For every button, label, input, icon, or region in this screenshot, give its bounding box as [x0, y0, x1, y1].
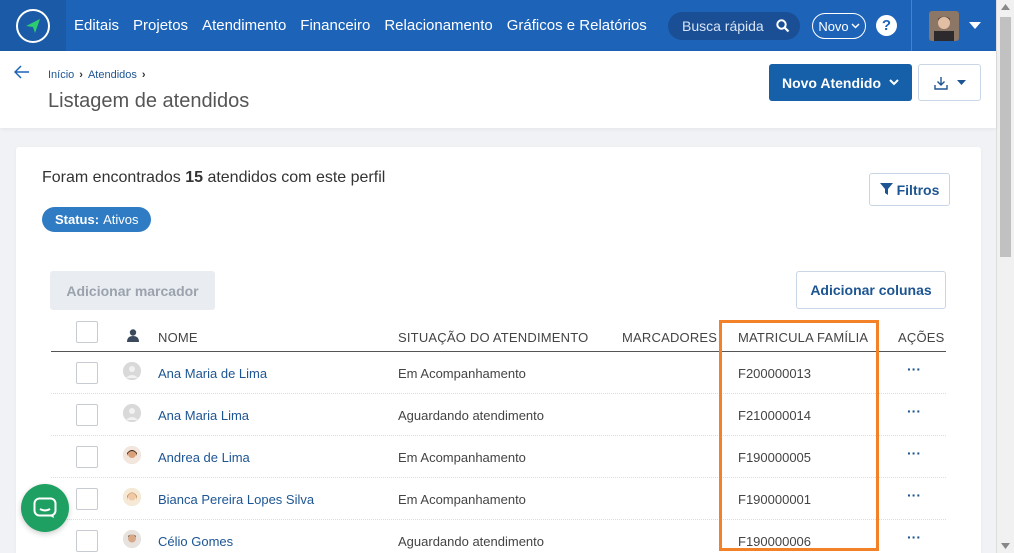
breadcrumb: Início › Atendidos ›	[48, 69, 151, 81]
table-header: NOME SITUAÇÃO DO ATENDIMENTO MARCADORES …	[51, 319, 946, 352]
table-row: Ana Maria Lima Aguardando atendimento F2…	[51, 394, 946, 436]
quick-search	[668, 12, 800, 40]
page-scrollbar[interactable]	[996, 0, 1014, 553]
table-row: Ana Maria de Lima Em Acompanhamento F200…	[51, 352, 946, 394]
top-nav-bar: Editais Projetos Atendimento Financeiro …	[0, 0, 996, 51]
photo-avatar	[123, 446, 141, 464]
family-registration: F190000001	[738, 492, 812, 507]
results-summary: Foram encontrados 15 atendidos com este …	[42, 169, 386, 186]
scroll-down-arrow-icon[interactable]	[1001, 543, 1010, 549]
user-icon	[127, 329, 139, 342]
status-filter-chip[interactable]: Status: Ativos	[42, 207, 152, 232]
column-header-marcadores[interactable]: MARCADORES	[622, 330, 717, 345]
user-avatar[interactable]	[929, 11, 959, 41]
attendance-status: Aguardando atendimento	[398, 534, 545, 549]
status-chip-key: Status:	[55, 212, 100, 227]
filters-button[interactable]: Filtros	[869, 173, 950, 206]
family-registration: F190000005	[738, 450, 812, 465]
breadcrumb-inicio[interactable]: Início	[48, 69, 74, 81]
default-avatar-icon	[123, 362, 141, 380]
attendance-status: Aguardando atendimento	[398, 408, 545, 423]
user-menu-caret-icon[interactable]	[969, 22, 981, 29]
chevron-down-icon	[889, 79, 899, 86]
row-checkbox[interactable]	[76, 488, 98, 510]
select-all-checkbox[interactable]	[76, 321, 98, 343]
photo-avatar	[123, 488, 141, 506]
nav-item-relacionamento[interactable]: Relacionamento	[384, 17, 492, 34]
logo-icon	[16, 8, 50, 43]
column-header-matricula-familia[interactable]: MATRICULA FAMÍLIA	[738, 330, 868, 345]
chat-widget-button[interactable]	[21, 484, 69, 532]
attendee-name-link[interactable]: Bianca Pereira Lopes Silva	[158, 492, 314, 507]
row-checkbox[interactable]	[76, 362, 98, 384]
attendance-status: Em Acompanhamento	[398, 366, 526, 381]
novo-atendido-label: Novo Atendido	[781, 74, 882, 91]
default-avatar-icon	[123, 404, 141, 422]
nav-item-projetos[interactable]: Projetos	[133, 17, 188, 34]
novo-atendido-button[interactable]: Novo Atendido	[769, 64, 912, 101]
quick-search-input[interactable]	[682, 18, 772, 34]
filters-label: Filtros	[896, 181, 940, 198]
row-actions-menu-icon[interactable]: ···	[907, 361, 921, 377]
table-row: Célio Gomes Aguardando atendimento F1900…	[51, 520, 946, 553]
attendee-name-link[interactable]: Ana Maria Lima	[158, 408, 249, 423]
row-checkbox[interactable]	[76, 530, 98, 552]
chevron-down-icon	[851, 23, 860, 29]
search-icon[interactable]	[776, 19, 790, 33]
page-header: Início › Atendidos › Listagem de atendid…	[0, 51, 996, 128]
attendee-name-link[interactable]: Andrea de Lima	[158, 450, 250, 465]
breadcrumb-atendidos[interactable]: Atendidos	[88, 69, 137, 81]
nav-item-atendimento[interactable]: Atendimento	[202, 17, 286, 34]
row-actions-menu-icon[interactable]: ···	[907, 445, 921, 461]
nav-item-editais[interactable]: Editais	[74, 17, 119, 34]
breadcrumb-separator-icon: ›	[79, 69, 83, 81]
scroll-thumb[interactable]	[1000, 17, 1011, 257]
attendance-status: Em Acompanhamento	[398, 492, 526, 507]
row-actions-menu-icon[interactable]: ···	[907, 487, 921, 503]
attendance-status: Em Acompanhamento	[398, 450, 526, 465]
attendee-name-link[interactable]: Célio Gomes	[158, 534, 233, 549]
nav-item-financeiro[interactable]: Financeiro	[300, 17, 370, 34]
family-registration: F200000013	[738, 366, 812, 381]
nav-item-graficos-relatorios[interactable]: Gráficos e Relatórios	[507, 17, 647, 34]
main-nav: Editais Projetos Atendimento Financeiro …	[74, 17, 661, 34]
attendee-name-link[interactable]: Ana Maria de Lima	[158, 366, 267, 381]
help-icon[interactable]: ?	[876, 15, 897, 36]
nav-divider	[911, 0, 912, 51]
results-card: Foram encontrados 15 atendidos com este …	[16, 147, 981, 553]
table-row: Andrea de Lima Em Acompanhamento F190000…	[51, 436, 946, 478]
export-button[interactable]	[918, 64, 981, 101]
column-header-situacao[interactable]: SITUAÇÃO DO ATENDIMENTO	[398, 330, 588, 345]
table-row: Bianca Pereira Lopes Silva Em Acompanham…	[51, 478, 946, 520]
row-checkbox[interactable]	[76, 404, 98, 426]
app-logo[interactable]	[0, 0, 66, 51]
column-header-nome[interactable]: NOME	[158, 330, 198, 345]
row-checkbox[interactable]	[76, 446, 98, 468]
chat-bubble-icon	[33, 497, 57, 518]
row-actions-menu-icon[interactable]: ···	[907, 403, 921, 419]
row-actions-menu-icon[interactable]: ···	[907, 529, 921, 545]
results-count: 15	[185, 169, 203, 186]
add-columns-button[interactable]: Adicionar colunas	[796, 271, 946, 309]
caret-down-icon	[957, 80, 966, 85]
column-header-acoes: AÇÕES	[898, 330, 945, 345]
family-registration: F190000006	[738, 534, 812, 549]
download-icon	[934, 76, 948, 90]
novo-dropdown-button[interactable]: Novo	[812, 13, 866, 39]
status-chip-value: Ativos	[103, 212, 139, 227]
add-marker-button[interactable]: Adicionar marcador	[50, 271, 215, 310]
page-title: Listagem de atendidos	[48, 90, 250, 112]
family-registration: F210000014	[738, 408, 812, 423]
novo-label: Novo	[818, 18, 849, 34]
breadcrumb-separator-icon: ›	[141, 69, 146, 81]
scroll-up-arrow-icon[interactable]	[1001, 4, 1010, 10]
attendees-table: NOME SITUAÇÃO DO ATENDIMENTO MARCADORES …	[51, 319, 946, 553]
back-arrow-icon[interactable]	[14, 65, 30, 79]
photo-avatar	[123, 530, 141, 548]
filter-icon	[879, 183, 893, 195]
